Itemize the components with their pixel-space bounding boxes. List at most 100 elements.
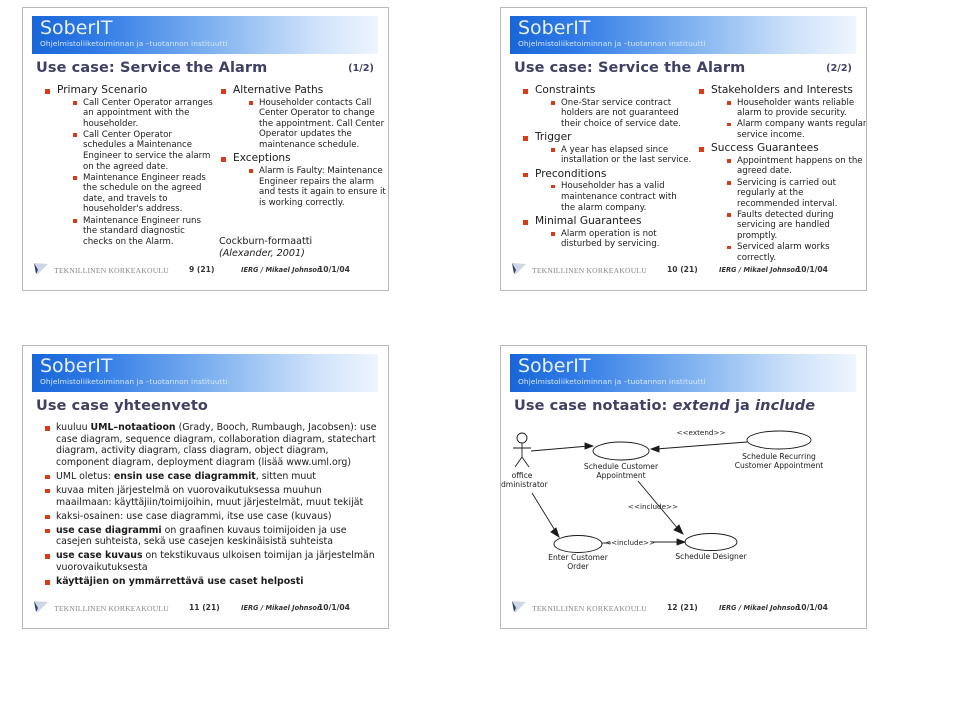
sub-bullet-list: Alarm is Faulty: Maintenance Engineer re… bbox=[233, 166, 388, 208]
usecase-label-line2: Appointment bbox=[596, 471, 645, 480]
footer-org: TEKNILLINEN KORKEAKOULU bbox=[54, 604, 169, 613]
list-item: Minimal Guarantees Alarm operation is no… bbox=[521, 215, 693, 250]
sub-bullet-list: Appointment happens on the agreed date. … bbox=[711, 156, 866, 263]
tkk-logo-icon bbox=[34, 263, 48, 275]
sub-bullet-list: One-Star service contract holders are no… bbox=[535, 98, 693, 130]
soberit-banner: SoberIT Ohjelmistoliiketoiminnan ja –tuo… bbox=[32, 354, 378, 392]
bullet-heading: Minimal Guarantees bbox=[535, 215, 642, 228]
slide-1-page-indicator: (1/2) bbox=[348, 63, 374, 74]
brand-name: SoberIT bbox=[40, 17, 113, 39]
brand-name: SoberIT bbox=[518, 355, 591, 377]
sub-bullet-list: Householder has a valid maintenance cont… bbox=[535, 181, 693, 213]
list-item: kaksi-osainen: use case diagrammi, itse … bbox=[43, 511, 379, 523]
usecase-label-line1: Schedule Recurring bbox=[742, 452, 816, 461]
slide-4-title-extend: extend bbox=[672, 398, 730, 414]
footer-page-number: 11 (21) bbox=[189, 603, 220, 612]
bullet-heading: Constraints bbox=[535, 84, 596, 96]
brand-subtitle: Ohjelmistoliiketoiminnan ja –tuotannon i… bbox=[40, 39, 228, 48]
usecase-label-line2: Order bbox=[567, 562, 589, 571]
bullet-list-stakeholders-success: Stakeholders and Interests Householder w… bbox=[697, 84, 866, 263]
association-actor-to-enter-order bbox=[531, 492, 560, 539]
slide-2-page-indicator: (2/2) bbox=[826, 63, 852, 74]
use-case-diagram: office administrator Schedule Customer A… bbox=[501, 418, 866, 593]
list-item: Preconditions Householder has a valid ma… bbox=[521, 168, 693, 213]
sub-bullet-list: Alarm operation is not disturbed by serv… bbox=[535, 229, 693, 250]
footer-author: IERG / Mikael Johnson bbox=[719, 604, 800, 612]
usecase-label-line2: Customer Appointment bbox=[735, 461, 824, 470]
slide-4: SoberIT Ohjelmistoliiketoiminnan ja –tuo… bbox=[500, 345, 867, 629]
list-item: Alarm is Faulty: Maintenance Engineer re… bbox=[247, 166, 388, 208]
list-item: Alarm operation is not disturbed by serv… bbox=[549, 229, 693, 250]
page-title: Use case: Service the Alarm (1/2) bbox=[36, 60, 378, 76]
actor-office-administrator bbox=[513, 432, 531, 468]
list-item: use case diagrammi on graafinen kuvaus t… bbox=[43, 525, 379, 548]
bullet-heading: Exceptions bbox=[233, 152, 291, 165]
slide-handout-page: SoberIT Ohjelmistoliiketoiminnan ja –tuo… bbox=[0, 0, 960, 712]
usecase-label-line1: Schedule Designer bbox=[675, 552, 747, 561]
list-item: Primary Scenario Call Center Operator ar… bbox=[43, 84, 215, 247]
list-item: Faults detected during servicing are han… bbox=[725, 210, 866, 242]
slide-2-left-column: Constraints One-Star service contract ho… bbox=[521, 84, 693, 252]
list-item: Trigger A year has elapsed since install… bbox=[521, 131, 693, 166]
bullet-heading: Primary Scenario bbox=[57, 84, 148, 96]
tkk-logo-icon bbox=[34, 601, 48, 613]
slide-2-footer: TEKNILLINEN KORKEAKOULU 10 (21) IERG / M… bbox=[501, 263, 866, 278]
footer-page-number: 10 (21) bbox=[667, 265, 698, 274]
list-item: UML oletus: ensin use case diagrammit, s… bbox=[43, 471, 379, 483]
list-item: Call Center Operator schedules a Mainten… bbox=[71, 130, 215, 172]
slide-1-right-column: Alternative Paths Householder contacts C… bbox=[219, 84, 388, 210]
slide-3-title-text: Use case yhteenveto bbox=[36, 398, 208, 414]
list-item: Householder wants reliable alarm to prov… bbox=[725, 98, 866, 119]
usecase-ellipse-schedule-designer bbox=[684, 533, 738, 551]
list-item: Constraints One-Star service contract ho… bbox=[521, 84, 693, 129]
bullet-list-uml-summary: kuuluu UML–notaatioon (Grady, Booch, Rum… bbox=[43, 422, 379, 588]
footer-org: TEKNILLINEN KORKEAKOULU bbox=[54, 266, 169, 275]
association-actor-to-schedule bbox=[530, 442, 595, 452]
slide-2-title-text: Use case: Service the Alarm bbox=[514, 60, 746, 76]
brand-name: SoberIT bbox=[518, 17, 591, 39]
soberit-banner: SoberIT Ohjelmistoliiketoiminnan ja –tuo… bbox=[510, 354, 856, 392]
bullet-list-primary-scenario: Primary Scenario Call Center Operator ar… bbox=[43, 84, 215, 247]
footer-date: 10/1/04 bbox=[796, 603, 828, 612]
list-item: Householder contacts Call Center Operato… bbox=[247, 98, 388, 151]
actor-label-line1: office bbox=[512, 471, 533, 480]
stereotype-include-label-1: <<include>> bbox=[628, 502, 678, 511]
usecase-ellipse-schedule-customer-appointment bbox=[592, 441, 650, 461]
brand-subtitle: Ohjelmistoliiketoiminnan ja –tuotannon i… bbox=[40, 377, 228, 386]
list-item: Call Center Operator arranges an appoint… bbox=[71, 98, 215, 130]
slide-3-footer: TEKNILLINEN KORKEAKOULU 11 (21) IERG / M… bbox=[23, 601, 388, 616]
list-item: Success Guarantees Appointment happens o… bbox=[697, 142, 866, 263]
slide-1-left-column: Primary Scenario Call Center Operator ar… bbox=[43, 84, 215, 249]
bullet-heading: Alternative Paths bbox=[233, 84, 324, 96]
slide-2: SoberIT Ohjelmistoliiketoiminnan ja –tuo… bbox=[500, 7, 867, 291]
brand-subtitle: Ohjelmistoliiketoiminnan ja –tuotannon i… bbox=[518, 377, 706, 386]
stereotype-include-label-2: <<include>> bbox=[605, 538, 655, 547]
slide-2-right-column: Stakeholders and Interests Householder w… bbox=[697, 84, 866, 265]
usecase-ellipse-enter-customer-order bbox=[553, 535, 603, 553]
footer-date: 10/1/04 bbox=[318, 603, 350, 612]
cockburn-note-line2: (Alexander, 2001) bbox=[219, 247, 305, 259]
list-item: kuvaa miten järjestelmä on vuorovaikutuk… bbox=[43, 485, 379, 508]
list-item: kuuluu UML–notaatioon (Grady, Booch, Rum… bbox=[43, 422, 379, 468]
sub-bullet-list: Householder contacts Call Center Operato… bbox=[233, 98, 388, 151]
list-item: use case kuvaus on tekstikuvaus ulkoisen… bbox=[43, 550, 379, 573]
footer-author: IERG / Mikael Johnson bbox=[719, 266, 800, 274]
bullet-list-alt-paths-exceptions: Alternative Paths Householder contacts C… bbox=[219, 84, 388, 208]
slide-4-footer: TEKNILLINEN KORKEAKOULU 12 (21) IERG / M… bbox=[501, 601, 866, 616]
footer-date: 10/1/04 bbox=[796, 265, 828, 274]
list-item: käyttäjien on ymmärrettävä use caset hel… bbox=[43, 576, 379, 588]
list-item: Serviced alarm works correctly. bbox=[725, 242, 866, 263]
list-item: Stakeholders and Interests Householder w… bbox=[697, 84, 866, 141]
sub-bullet-list: A year has elapsed since installation or… bbox=[535, 145, 693, 166]
usecase-label-line1: Enter Customer bbox=[548, 553, 609, 562]
list-item: Servicing is carried out regularly at th… bbox=[725, 178, 866, 210]
sub-bullet-list: Householder wants reliable alarm to prov… bbox=[711, 98, 866, 141]
slide-3: SoberIT Ohjelmistoliiketoiminnan ja –tuo… bbox=[22, 345, 389, 629]
tkk-logo-icon bbox=[512, 601, 526, 613]
tkk-logo-icon bbox=[512, 263, 526, 275]
usecase-label-line1: Schedule Customer bbox=[584, 462, 659, 471]
list-item: Appointment happens on the agreed date. bbox=[725, 156, 866, 177]
soberit-banner: SoberIT Ohjelmistoliiketoiminnan ja –tuo… bbox=[32, 16, 378, 54]
brand-name: SoberIT bbox=[40, 355, 113, 377]
bullet-heading: Success Guarantees bbox=[711, 142, 819, 155]
